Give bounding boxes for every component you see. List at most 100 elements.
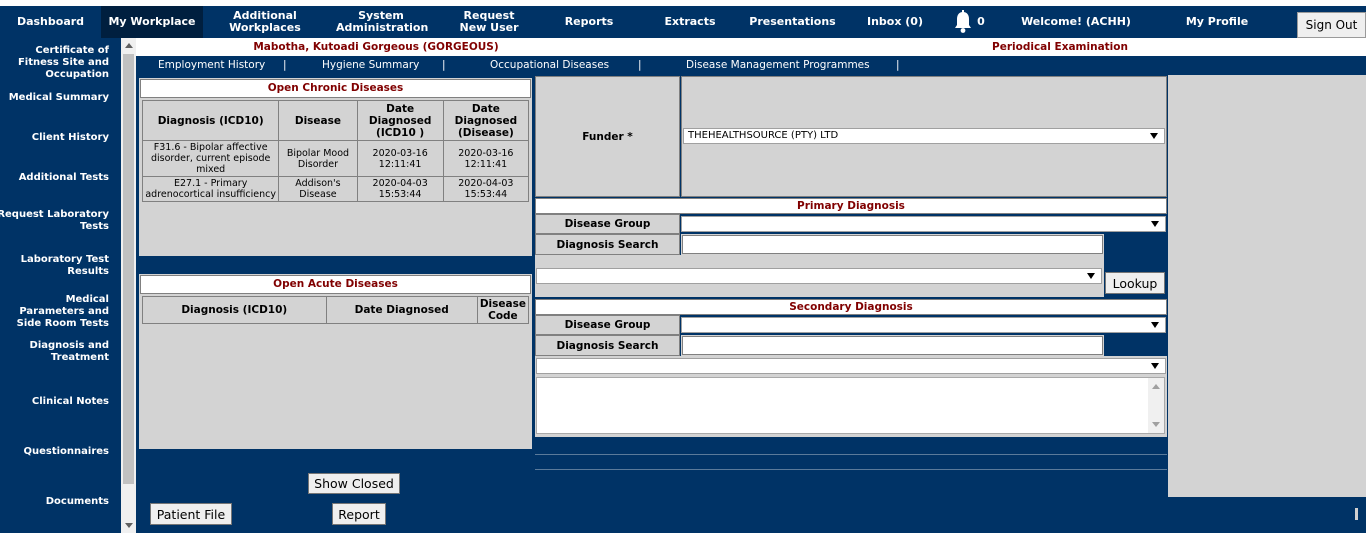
panel-divider	[535, 469, 1167, 470]
scroll-down-arrow-icon[interactable]	[125, 523, 133, 528]
secondary-diagnosis-title: Secondary Diagnosis	[535, 299, 1167, 315]
funder-label: Funder *	[535, 76, 680, 197]
subtab-separator: |	[896, 59, 900, 71]
report-button[interactable]: Report	[332, 503, 386, 525]
nav-request-new-user-label: Request New User	[459, 9, 519, 34]
chevron-down-icon	[1087, 273, 1095, 279]
subtab-hygiene-summary[interactable]: Hygiene Summary	[322, 56, 419, 75]
primary-diagnosis-result-select[interactable]	[536, 268, 1102, 284]
secondary-disease-group-label: Disease Group	[535, 315, 680, 335]
subtab-disease-management-programmes[interactable]: Disease Management Programmes	[686, 56, 870, 75]
table-row[interactable]: F31.6 - Bipolar affective disorder, curr…	[141, 140, 530, 177]
primary-diagnosis-search-input[interactable]	[682, 235, 1103, 254]
nav-system-administration-label: System Administration	[336, 9, 429, 34]
acute-diseases-title: Open Acute Diseases	[140, 275, 531, 294]
nav-reports[interactable]: Reports	[543, 6, 635, 38]
chronic-header-disease: Disease	[278, 100, 358, 141]
chronic-cell-date-disease: 2020-03-16 12:11:41	[442, 140, 530, 177]
panel-divider	[535, 454, 1167, 455]
subtab-separator: |	[638, 59, 642, 71]
funder-select-value: THEHEALTHSOURCE (PTY) LTD	[688, 130, 839, 141]
resize-handle[interactable]	[1355, 508, 1358, 520]
nav-system-administration[interactable]: System Administration	[327, 6, 435, 38]
chronic-header-date-icd10: Date Diagnosed (ICD10 )	[356, 100, 444, 141]
bottom-action-bar: Patient File Report	[136, 497, 1366, 533]
sidebar-item-questionnaires[interactable]: Questionnaires	[0, 446, 109, 458]
scrollbar-thumb[interactable]	[123, 54, 134, 484]
nav-inbox[interactable]: Inbox (0)	[840, 6, 950, 38]
chronic-diseases-table: Diagnosis (ICD10) Disease Date Diagnosed…	[141, 100, 530, 202]
sidebar-item-documents[interactable]: Documents	[0, 496, 109, 508]
chronic-cell-diagnosis: E27.1 - Primary adrenocortical insuffici…	[141, 176, 280, 202]
chevron-down-icon	[1151, 363, 1159, 369]
sidebar-item-diagnosis-treatment[interactable]: Diagnosis and Treatment	[0, 340, 109, 364]
scroll-down-arrow-icon[interactable]	[1152, 422, 1160, 427]
acute-header-disease-code: Disease Code	[476, 296, 530, 324]
primary-diagnosis-title: Primary Diagnosis	[535, 198, 1167, 214]
scroll-up-arrow-icon[interactable]	[1152, 384, 1160, 389]
sidebar-item-additional-tests[interactable]: Additional Tests	[0, 172, 109, 184]
sidebar-item-request-lab-tests[interactable]: Request Laboratory Tests	[0, 209, 109, 233]
nav-extracts[interactable]: Extracts	[635, 6, 745, 38]
sign-out-button[interactable]: Sign Out	[1297, 12, 1366, 38]
chronic-cell-disease: Addison's Disease	[278, 176, 358, 202]
acute-header-date: Date Diagnosed	[325, 296, 478, 324]
textarea-scrollbar[interactable]	[1148, 378, 1164, 433]
diseases-panel: Open Chronic Diseases Diagnosis (ICD10) …	[136, 75, 534, 497]
chronic-cell-date-icd: 2020-03-16 12:11:41	[356, 140, 444, 177]
funder-select[interactable]: THEHEALTHSOURCE (PTY) LTD	[683, 128, 1165, 144]
chronic-cell-date-disease: 2020-04-03 15:53:44	[442, 176, 530, 202]
sidebar-item-medical-parameters[interactable]: Medical Parameters and Side Room Tests	[0, 294, 109, 330]
right-empty-area	[1168, 75, 1366, 497]
nav-my-workplace[interactable]: My Workplace	[101, 6, 203, 38]
secondary-disease-group-select[interactable]	[681, 317, 1166, 333]
subtab-separator: |	[442, 59, 446, 71]
lookup-button[interactable]: Lookup	[1105, 272, 1165, 294]
sidebar: Certificate of Fitness Site and Occupati…	[0, 38, 121, 533]
primary-disease-group-label: Disease Group	[535, 214, 680, 234]
secondary-diagnosis-result-select[interactable]	[536, 358, 1166, 374]
chronic-cell-disease: Bipolar Mood Disorder	[278, 140, 358, 177]
chronic-header-diagnosis: Diagnosis (ICD10)	[141, 100, 280, 141]
show-closed-button[interactable]: Show Closed	[308, 473, 400, 494]
sidebar-item-lab-test-results[interactable]: Laboratory Test Results	[0, 254, 109, 278]
top-navigation: Dashboard My Workplace Additional Workpl…	[0, 6, 1366, 38]
chronic-cell-diagnosis: F31.6 - Bipolar affective disorder, curr…	[141, 140, 280, 177]
nav-request-new-user[interactable]: Request New User	[435, 6, 543, 38]
notification-bell-icon[interactable]	[950, 6, 976, 38]
nav-additional-workplaces-label: Additional Workplaces	[229, 9, 301, 34]
chevron-down-icon	[1150, 133, 1158, 139]
nav-dashboard[interactable]: Dashboard	[0, 6, 101, 38]
primary-diagnosis-search-label: Diagnosis Search	[535, 234, 680, 255]
acute-header-diagnosis: Diagnosis (ICD10)	[142, 296, 327, 324]
table-row[interactable]: E27.1 - Primary adrenocortical insuffici…	[141, 176, 530, 202]
exam-type: Periodical Examination	[992, 41, 1128, 53]
nav-my-profile[interactable]: My Profile	[1166, 6, 1268, 38]
subtab-bar: Employment History | Hygiene Summary | O…	[136, 56, 1366, 75]
chevron-down-icon	[1151, 322, 1159, 328]
sidebar-item-medical-summary[interactable]: Medical Summary	[0, 92, 109, 104]
nav-additional-workplaces[interactable]: Additional Workplaces	[203, 6, 327, 38]
sidebar-scrollbar[interactable]	[121, 38, 136, 533]
patient-name: Mabotha, Kutoadi Gorgeous (GORGEOUS)	[253, 41, 499, 53]
subtab-occupational-diseases[interactable]: Occupational Diseases	[490, 56, 609, 75]
notification-count: 0	[977, 15, 985, 28]
secondary-diagnosis-notes-textarea[interactable]	[536, 377, 1165, 434]
chronic-cell-date-icd: 2020-04-03 15:53:44	[356, 176, 444, 202]
secondary-diagnosis-search-label: Diagnosis Search	[535, 335, 680, 356]
primary-disease-group-select[interactable]	[681, 216, 1166, 232]
patient-file-button[interactable]: Patient File	[150, 503, 232, 525]
chronic-diseases-title: Open Chronic Diseases	[140, 79, 531, 98]
acute-diseases-table: Diagnosis (ICD10) Date Diagnosed Disease…	[142, 296, 530, 324]
welcome-text: Welcome! (ACHH)	[1021, 15, 1131, 28]
secondary-diagnosis-search-input[interactable]	[682, 336, 1103, 355]
sidebar-item-client-history[interactable]: Client History	[0, 132, 109, 144]
subtab-employment-history[interactable]: Employment History	[158, 56, 265, 75]
nav-presentations[interactable]: Presentations	[745, 6, 840, 38]
scroll-up-arrow-icon[interactable]	[125, 43, 133, 48]
sidebar-item-certificate-of-fitness[interactable]: Certificate of Fitness Site and Occupati…	[0, 45, 109, 81]
chevron-down-icon	[1151, 221, 1159, 227]
diagnosis-panel: Funder * THEHEALTHSOURCE (PTY) LTD Prima…	[534, 75, 1168, 497]
subtab-separator: |	[283, 59, 287, 71]
sidebar-item-clinical-notes[interactable]: Clinical Notes	[0, 396, 109, 408]
